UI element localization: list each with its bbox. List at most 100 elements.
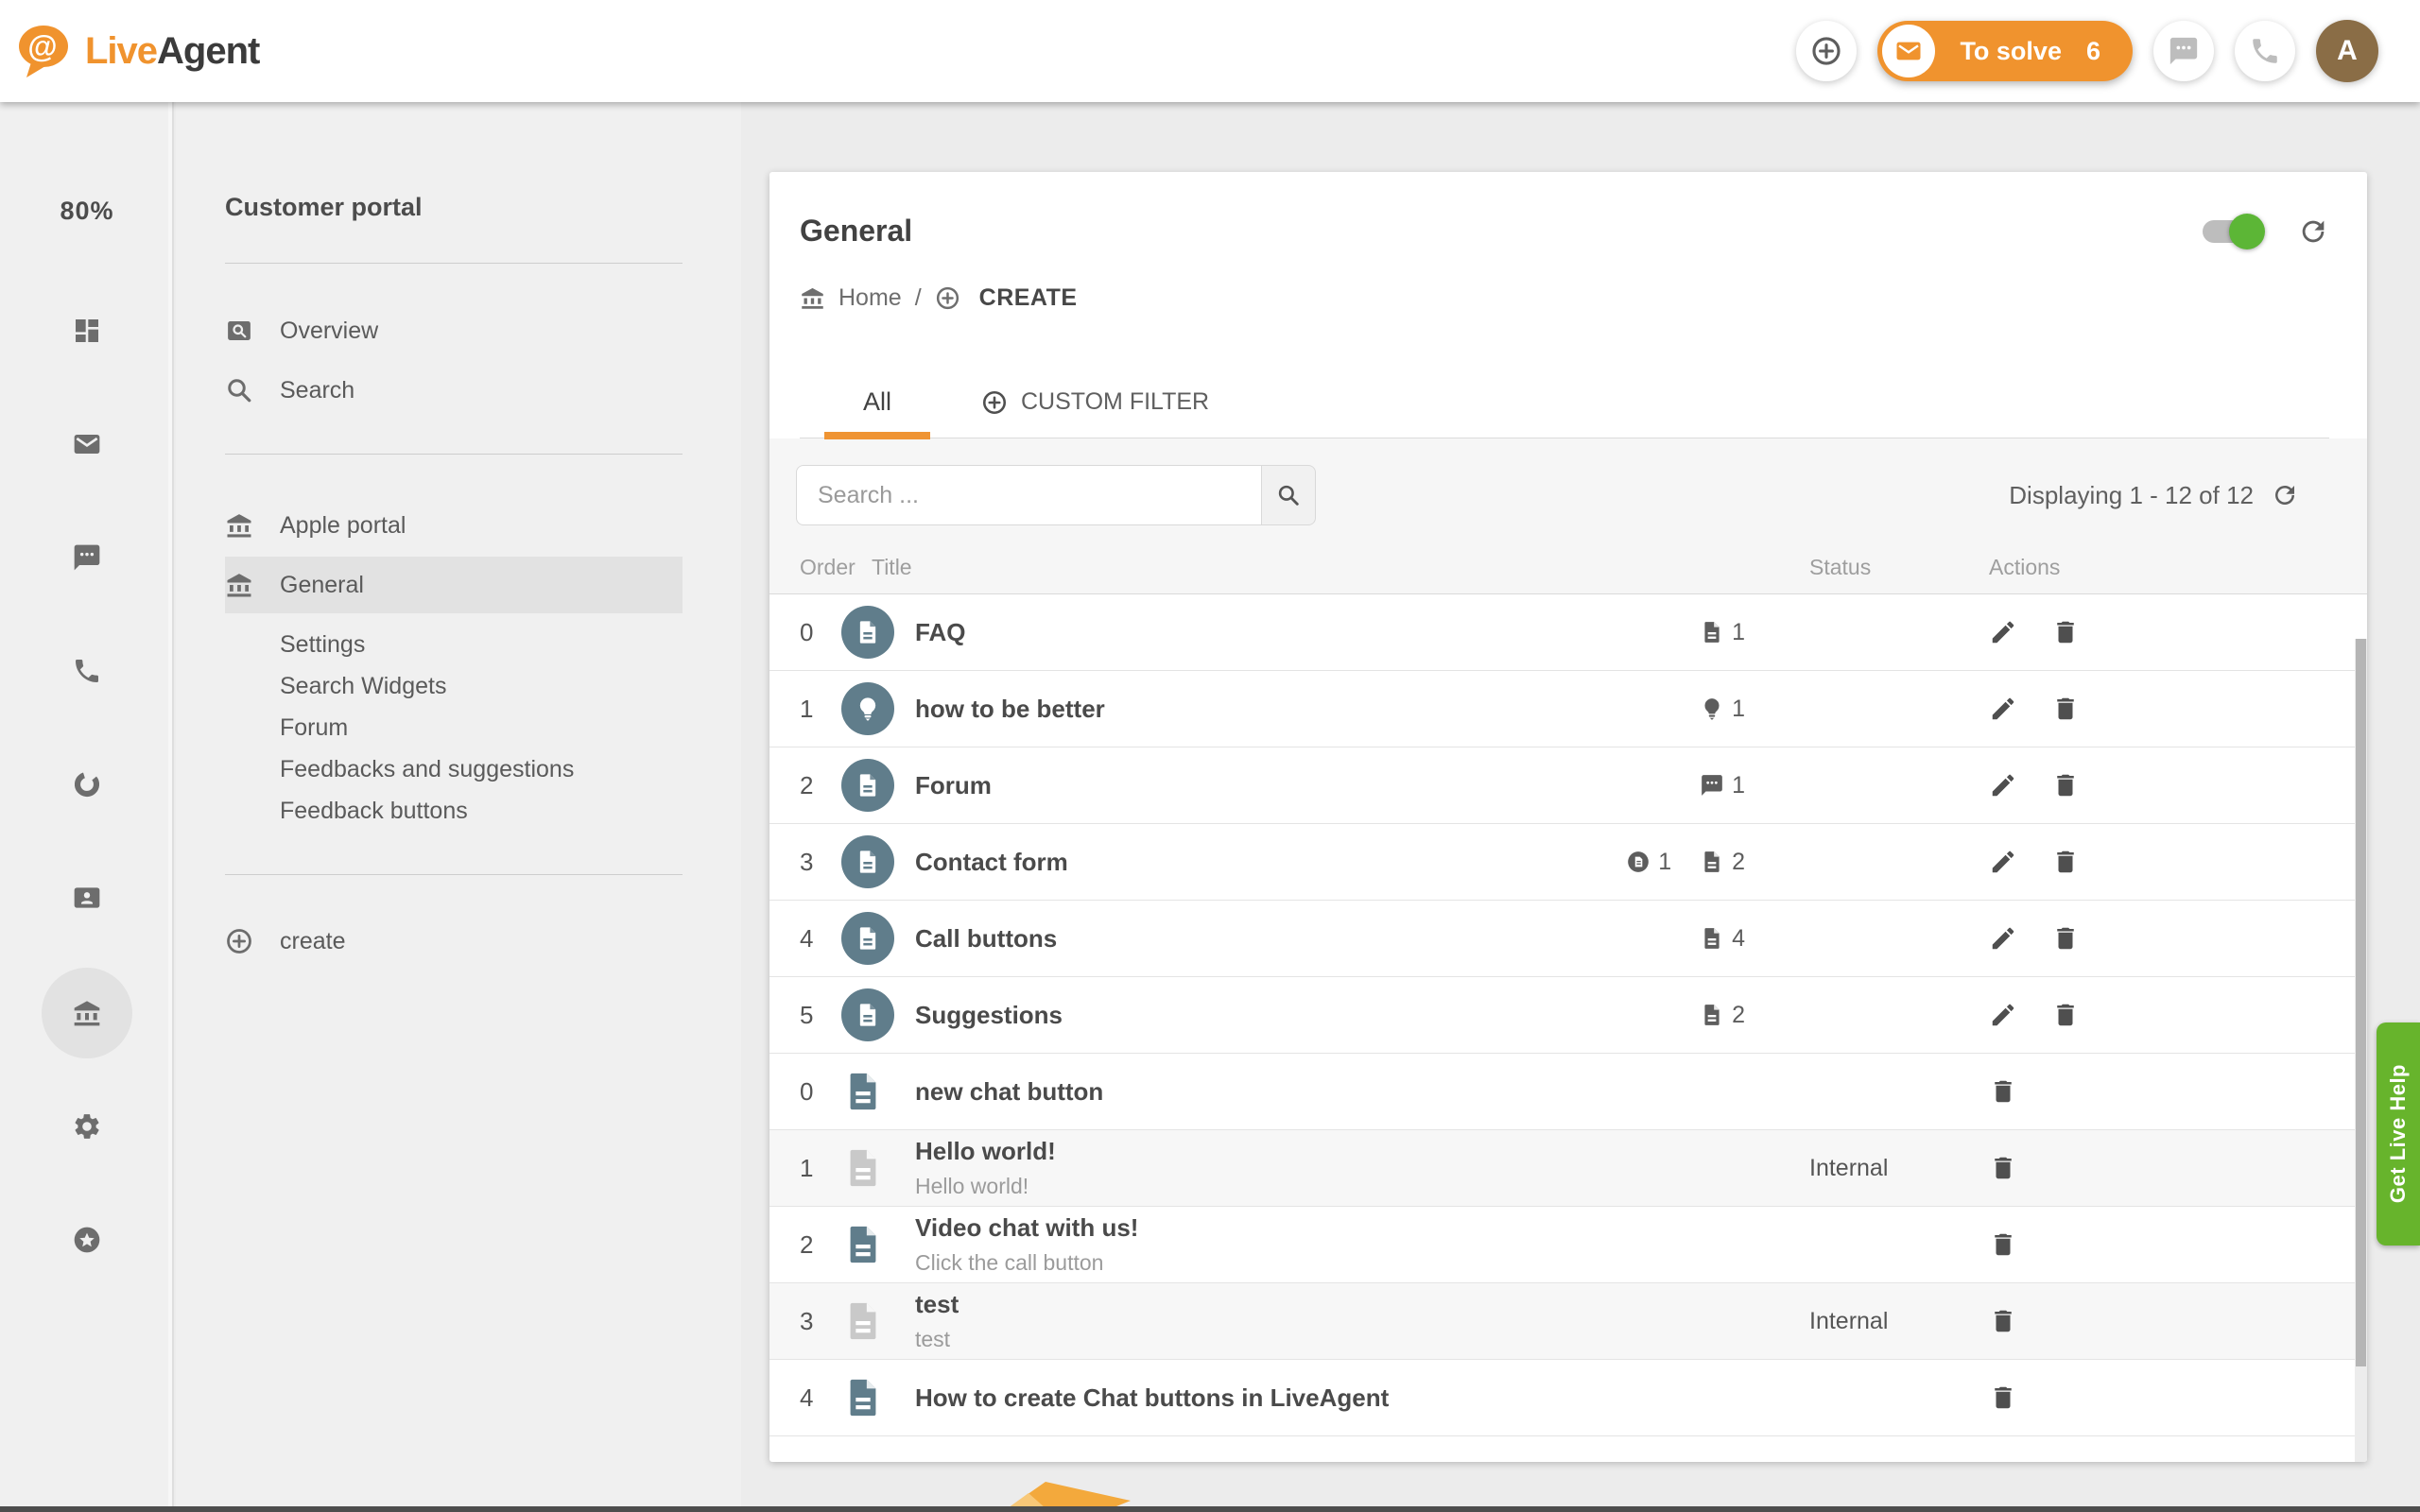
- category-title[interactable]: Contact form: [915, 848, 1592, 877]
- avatar-letter: A: [2337, 35, 2358, 67]
- active-tab-underline: [824, 432, 930, 439]
- delete-icon[interactable]: [1989, 1230, 2017, 1259]
- articles-count-badge: 2: [1700, 849, 1745, 876]
- divider: [225, 454, 683, 455]
- toggle-knob: [2229, 214, 2265, 249]
- lightbulb-icon: [841, 682, 894, 735]
- delete-icon[interactable]: [1989, 1154, 2017, 1182]
- article-icon: [1700, 1003, 1724, 1027]
- gear-icon: [72, 1111, 102, 1142]
- nav-item-apple-portal[interactable]: Apple portal: [225, 497, 683, 554]
- category-title[interactable]: Call buttons: [915, 924, 1592, 954]
- delete-icon[interactable]: [2051, 848, 2080, 876]
- sidebar-item-calls[interactable]: [0, 626, 174, 716]
- article-icon: [1700, 620, 1724, 644]
- refresh-icon[interactable]: [2271, 481, 2299, 509]
- call-header-button[interactable]: [2235, 21, 2295, 81]
- topics-count-badge: 1: [1700, 772, 1745, 799]
- row-order: 2: [800, 1230, 841, 1260]
- nav-item-feedbacks[interactable]: Feedbacks and suggestions: [225, 748, 683, 790]
- avatar[interactable]: A: [2316, 20, 2378, 82]
- sidebar-item-reports[interactable]: [0, 739, 174, 830]
- category-title[interactable]: Suggestions: [915, 1001, 1592, 1030]
- envelope-icon: [72, 429, 102, 459]
- sidebar-item-contacts[interactable]: [0, 852, 174, 943]
- table-row: 4 Call buttons 4: [769, 901, 2367, 977]
- logo-bubble-icon: @: [17, 23, 76, 79]
- nav-item-search[interactable]: Search: [225, 362, 683, 419]
- table-scrollbar-track[interactable]: [2355, 639, 2367, 1462]
- customer-portal-nav: Customer portal Overview Search Apple po…: [176, 102, 741, 1512]
- row-order: 3: [800, 1307, 841, 1336]
- row-order: 4: [800, 1383, 841, 1413]
- home-bank-icon: [800, 285, 825, 311]
- article-title[interactable]: Video chat with us!: [915, 1213, 1592, 1243]
- chat-header-button[interactable]: [2153, 21, 2214, 81]
- delete-icon[interactable]: [1989, 1383, 2017, 1412]
- document-icon: [841, 835, 894, 888]
- sidebar-item-star[interactable]: [0, 1194, 174, 1285]
- plus-circle-icon: [935, 285, 960, 311]
- search-input[interactable]: [796, 465, 1261, 525]
- delete-icon[interactable]: [2051, 1001, 2080, 1029]
- delete-icon[interactable]: [2051, 924, 2080, 953]
- page-title: General: [800, 214, 912, 249]
- article-title[interactable]: Hello world!: [915, 1137, 1592, 1166]
- edit-icon[interactable]: [1989, 771, 2017, 799]
- refresh-button[interactable]: [2297, 215, 2329, 248]
- breadcrumb: Home / CREATE: [800, 284, 2329, 312]
- overview-icon: [225, 317, 253, 345]
- search-box: [796, 465, 1316, 525]
- top-header: @ LiveAgent To solve 6 A: [0, 0, 2420, 102]
- column-actions: Actions: [1970, 555, 2367, 580]
- sidebar-item-customer-portal[interactable]: [0, 968, 174, 1058]
- search-icon: [225, 376, 253, 404]
- nav-item-label: Apple portal: [280, 512, 406, 540]
- edit-icon[interactable]: [1989, 1001, 2017, 1029]
- to-solve-button[interactable]: To solve 6: [1877, 21, 2133, 81]
- edit-icon[interactable]: [1989, 848, 2017, 876]
- table-scrollbar-thumb[interactable]: [2356, 639, 2366, 1366]
- tab-all[interactable]: All: [824, 367, 930, 438]
- nav-item-settings[interactable]: Settings: [225, 624, 683, 665]
- nav-item-overview[interactable]: Overview: [225, 302, 683, 359]
- breadcrumb-create[interactable]: CREATE: [979, 284, 1078, 312]
- delete-icon[interactable]: [2051, 771, 2080, 799]
- article-title[interactable]: How to create Chat buttons in LiveAgent: [915, 1383, 1389, 1412]
- nav-item-search-widgets[interactable]: Search Widgets: [225, 665, 683, 707]
- bottom-edge-bar: [0, 1506, 2420, 1512]
- inbox-bubble: [1882, 25, 1935, 77]
- edit-icon[interactable]: [1989, 924, 2017, 953]
- bank-icon: [225, 511, 253, 540]
- nav-item-forum[interactable]: Forum: [225, 707, 683, 748]
- tab-bar: All CUSTOM FILTER: [800, 367, 2329, 438]
- pencil-illustration: [979, 1476, 1131, 1508]
- delete-icon[interactable]: [1989, 1307, 2017, 1335]
- sidebar-item-chats[interactable]: [0, 512, 174, 603]
- category-title[interactable]: how to be better: [915, 695, 1592, 724]
- breadcrumb-home[interactable]: Home: [838, 284, 902, 312]
- articles-count-badge: 4: [1700, 925, 1745, 953]
- edit-icon[interactable]: [1989, 695, 2017, 723]
- sidebar-item-mail[interactable]: [0, 399, 174, 490]
- edit-icon[interactable]: [1989, 618, 2017, 646]
- delete-icon[interactable]: [2051, 618, 2080, 646]
- sidebar-item-settings[interactable]: [0, 1081, 174, 1172]
- table-row: 4 How to create Chat buttons in LiveAgen…: [769, 1360, 2367, 1436]
- category-title[interactable]: Forum: [915, 771, 1592, 800]
- sidebar-item-dashboard[interactable]: [0, 285, 174, 376]
- nav-item-feedback-buttons[interactable]: Feedback buttons: [225, 790, 683, 832]
- add-new-button[interactable]: [1796, 21, 1857, 81]
- nav-item-general[interactable]: General: [225, 557, 683, 613]
- get-live-help-tab[interactable]: Get Live Help: [2377, 1022, 2420, 1246]
- nav-item-create[interactable]: create: [225, 913, 683, 970]
- article-title[interactable]: new chat button: [915, 1077, 1103, 1106]
- portal-active-toggle[interactable]: [2203, 220, 2257, 243]
- contact-card-icon: [72, 883, 102, 913]
- article-title[interactable]: test: [915, 1290, 1592, 1319]
- delete-icon[interactable]: [1989, 1077, 2017, 1106]
- search-button[interactable]: [1261, 465, 1316, 525]
- tab-custom-filter[interactable]: CUSTOM FILTER: [972, 367, 1219, 438]
- category-title[interactable]: FAQ: [915, 618, 1592, 647]
- delete-icon[interactable]: [2051, 695, 2080, 723]
